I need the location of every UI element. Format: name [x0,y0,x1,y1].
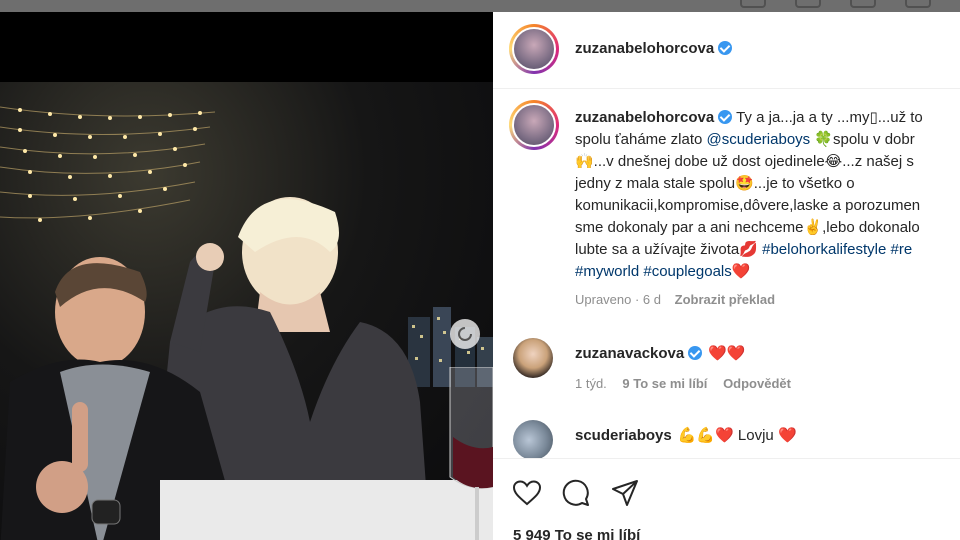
like-button[interactable] [511,477,543,509]
comment-text: 💪💪❤️ Lovju ❤️ [677,427,797,444]
comment-button[interactable] [560,477,592,509]
caption-username[interactable]: zuzanabelohorcova [575,109,714,126]
heart-icon [513,480,541,506]
post-photo[interactable] [0,82,493,540]
comment-likes[interactable]: 9 To se mi líbí [622,376,707,391]
comment-icon [562,479,589,506]
reply-button[interactable]: Odpovědět [723,376,791,391]
heart-emoji: ❤️ [731,263,751,280]
comment-item: zuzanavackova ❤️❤️ 1 týd. 9 To se mi líbí… [513,338,960,398]
toolbar-icon[interactable] [740,0,766,8]
carousel-next-button[interactable] [450,319,480,349]
share-button[interactable] [609,477,641,509]
edited-timestamp: Upraveno · 6 d [575,292,661,307]
caption-text: lubte sa a užívajte života💋 [575,241,763,258]
instagram-post-view: zuzanabelohorcova zuzanabelohorcova Ty a… [0,0,960,540]
caption-text: 🍀spolu v dobr [810,131,915,148]
caption-avatar[interactable] [509,100,559,150]
commenter-username[interactable]: scuderiaboys [575,427,672,444]
post-caption: zuzanabelohorcova Ty a ja...ja a ty ...m… [575,107,960,283]
toolbar-icon[interactable] [905,0,931,8]
translate-link[interactable]: Zobrazit překlad [675,292,775,307]
caption-text: spolu ťaháme zlato [575,131,707,148]
caption-text: Ty a ja...ja a ty ...my▯...už to [732,109,923,126]
caption-text: komunikacii,kompromise,dôvere,laske a po… [575,197,921,214]
comment-time: 1 týd. [575,376,607,391]
share-icon [612,480,638,506]
post-actions-bar: 5 949 To se mi líbí [493,458,960,540]
comment-text: ❤️❤️ [708,345,746,362]
commenter-username[interactable]: zuzanavackova [575,345,684,362]
post-header: zuzanabelohorcova [493,12,960,89]
post-side-panel: zuzanabelohorcova zuzanabelohorcova Ty a… [493,12,960,540]
author-username[interactable]: zuzanabelohorcova [575,40,733,57]
commenter-avatar[interactable] [513,420,553,460]
caption-text: sme dokonaly par a ani nechceme✌️,lebo d… [575,219,920,236]
hashtag-link[interactable]: #re [891,241,913,258]
caption-meta: Upraveno · 6 d Zobrazit překlad [575,292,775,307]
mention-link[interactable]: @scuderiaboys [707,131,811,148]
hashtag-link[interactable]: #belohorkalifestyle [762,241,886,258]
top-toolbar-strip [0,0,960,12]
wine-glass [449,367,493,540]
loading-ring-icon [458,327,472,341]
caption-text: jedny z mala stale spolu🤩...je to všetko… [575,175,855,192]
toolbar-icon[interactable] [850,0,876,8]
comment-item: scuderiaboys 💪💪❤️ Lovju ❤️ [513,420,960,460]
verified-icon [718,110,733,124]
author-avatar[interactable] [509,24,559,74]
toolbar-icon[interactable] [795,0,821,8]
commenter-avatar[interactable] [513,338,553,378]
likes-count[interactable]: 5 949 To se mi líbí [513,527,640,540]
table-surface [160,480,493,540]
verified-icon [688,346,703,360]
hashtag-link[interactable]: #couplegoals [643,263,731,280]
caption-text: 🙌...v dnešnej dobe už dost ojedinele😂...… [575,153,914,170]
verified-icon [718,41,733,55]
hashtag-link[interactable]: #myworld [575,263,639,280]
